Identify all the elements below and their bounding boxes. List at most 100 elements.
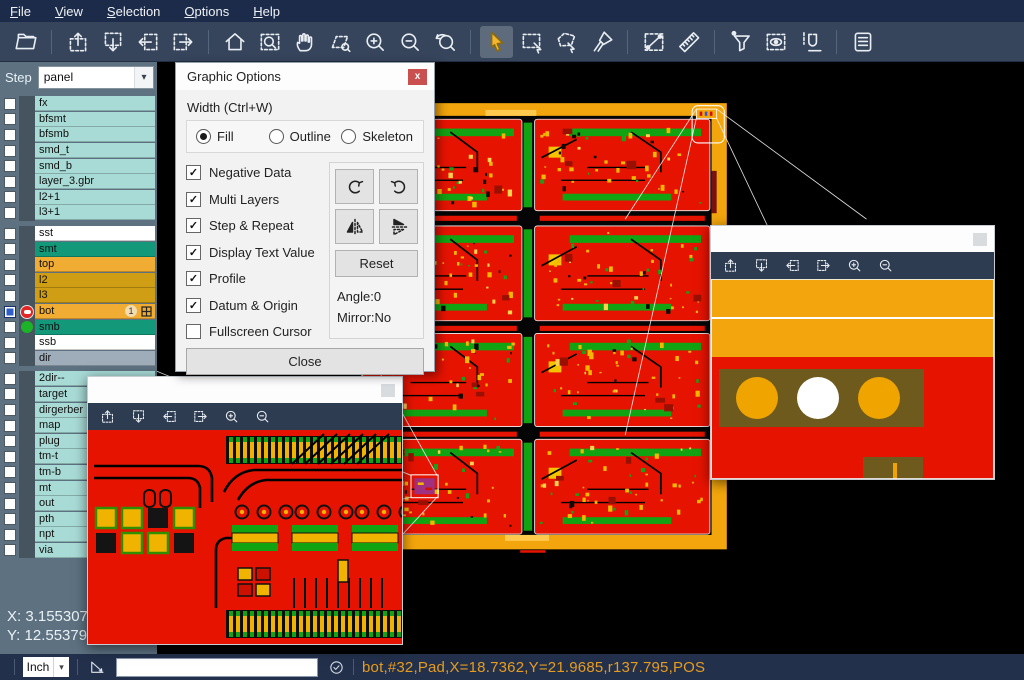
- layer-name-bar[interactable]: smt: [35, 242, 155, 257]
- magnifier-content-right[interactable]: [711, 279, 994, 479]
- toolbar-measure-line-button[interactable]: [637, 26, 670, 58]
- layer-name-bar[interactable]: ssb: [35, 335, 155, 350]
- layer-checkbox[interactable]: [4, 290, 16, 302]
- menu-item-file[interactable]: File: [10, 4, 31, 19]
- popup-window-button[interactable]: [381, 384, 395, 397]
- toolbar-select-arrow-button[interactable]: [480, 26, 513, 58]
- layer-checkbox[interactable]: [4, 513, 16, 525]
- layer-checkbox[interactable]: [4, 160, 16, 172]
- rotate-ccw-button[interactable]: [379, 169, 418, 204]
- layer-checkbox[interactable]: [4, 306, 16, 318]
- radio-skeleton[interactable]: Skeleton: [341, 129, 414, 144]
- magnifier-content-left[interactable]: [88, 430, 402, 644]
- magnifier-pan-left-button[interactable]: [784, 257, 801, 274]
- layer-checkbox[interactable]: [4, 145, 16, 157]
- toolbar-zoom-out-button[interactable]: [393, 26, 426, 58]
- mirror-vertical-button[interactable]: [379, 209, 418, 244]
- toolbar-pan-right-button[interactable]: [166, 26, 199, 58]
- toolbar-properties-panel-button[interactable]: [846, 26, 879, 58]
- layer-checkbox[interactable]: [4, 113, 16, 125]
- reset-button[interactable]: Reset: [335, 250, 418, 277]
- layer-checkbox[interactable]: [4, 259, 16, 271]
- toolbar-select-polygon-button[interactable]: [550, 26, 583, 58]
- layer-row-l3[interactable]: l3: [0, 288, 157, 304]
- layer-checkbox[interactable]: [4, 207, 16, 219]
- layer-row-fx[interactable]: fx: [0, 96, 157, 112]
- toolbar-measure-ruler-button[interactable]: [672, 26, 705, 58]
- close-button[interactable]: Close: [186, 348, 424, 375]
- radio-fill[interactable]: Fill: [196, 129, 269, 144]
- layer-row-dir[interactable]: dir: [0, 351, 157, 367]
- layer-row-bfsmb[interactable]: bfsmb: [0, 127, 157, 143]
- popup-window-button[interactable]: [973, 233, 987, 246]
- rotate-cw-button[interactable]: [335, 169, 374, 204]
- checkbox-negative-data[interactable]: ✓Negative Data: [186, 165, 321, 180]
- layer-row-sst[interactable]: sst: [0, 226, 157, 242]
- layer-name-bar[interactable]: dir: [35, 351, 155, 366]
- layer-row-smb[interactable]: smb: [0, 319, 157, 335]
- layer-checkbox[interactable]: [4, 321, 16, 333]
- mirror-horizontal-button[interactable]: [335, 209, 374, 244]
- toolbar-zoom-previous-button[interactable]: [428, 26, 461, 58]
- layer-row-bfsmt[interactable]: bfsmt: [0, 112, 157, 128]
- toolbar-view-options-button[interactable]: [759, 26, 792, 58]
- magnifier-pan-down-button[interactable]: [130, 408, 147, 425]
- toolbar-open-folder-button[interactable]: [9, 26, 42, 58]
- magnifier-zoom-out-button[interactable]: [254, 408, 271, 425]
- layer-checkbox[interactable]: [4, 435, 16, 447]
- checkbox-multi-layers[interactable]: ✓Multi Layers: [186, 192, 321, 207]
- magnifier-pan-up-button[interactable]: [722, 257, 739, 274]
- layer-name-bar[interactable]: smb: [35, 320, 155, 335]
- dialog-titlebar[interactable]: Graphic Options x: [176, 63, 434, 90]
- layer-name-bar[interactable]: sst: [35, 226, 155, 241]
- layer-checkbox[interactable]: [4, 498, 16, 510]
- magnifier-popup-right[interactable]: [710, 225, 995, 480]
- layer-name-bar[interactable]: l2: [35, 273, 155, 288]
- layer-row-layer_3.gbr[interactable]: layer_3.gbr: [0, 174, 157, 190]
- menu-item-options[interactable]: Options: [184, 4, 229, 19]
- menu-item-help[interactable]: Help: [253, 4, 280, 19]
- layer-name-bar[interactable]: smd_b: [35, 159, 155, 174]
- layer-checkbox[interactable]: [4, 337, 16, 349]
- toolbar-home-button[interactable]: [218, 26, 251, 58]
- layer-checkbox[interactable]: [4, 544, 16, 556]
- layer-name-bar[interactable]: l2+1: [35, 190, 155, 205]
- layer-name-bar[interactable]: bot1: [35, 304, 155, 319]
- layer-row-l2+1[interactable]: l2+1: [0, 190, 157, 206]
- layer-checkbox[interactable]: [4, 404, 16, 416]
- magnifier-pan-right-button[interactable]: [815, 257, 832, 274]
- layer-name-bar[interactable]: l3+1: [35, 205, 155, 220]
- magnifier-zoom-in-button[interactable]: [846, 257, 863, 274]
- layer-checkbox[interactable]: [4, 98, 16, 110]
- layer-name-bar[interactable]: fx: [35, 96, 155, 111]
- command-input[interactable]: [116, 658, 318, 677]
- checkbox-datum-origin[interactable]: ✓Datum & Origin: [186, 298, 321, 313]
- layer-name-bar[interactable]: bfsmt: [35, 112, 155, 127]
- close-icon[interactable]: x: [408, 69, 427, 85]
- checkbox-fullscreen-cursor[interactable]: Fullscreen Cursor: [186, 324, 321, 339]
- layer-name-bar[interactable]: bfsmb: [35, 127, 155, 142]
- layer-row-bot[interactable]: bot1: [0, 304, 157, 320]
- radio-outline[interactable]: Outline: [269, 129, 342, 144]
- layer-checkbox[interactable]: [4, 228, 16, 240]
- toolbar-pan-down-button[interactable]: [96, 26, 129, 58]
- layer-row-ssb[interactable]: ssb: [0, 335, 157, 351]
- checkbox-profile[interactable]: ✓Profile: [186, 271, 321, 286]
- magnifier-pan-left-button[interactable]: [161, 408, 178, 425]
- menu-item-view[interactable]: View: [55, 4, 83, 19]
- layer-checkbox[interactable]: [4, 129, 16, 141]
- layer-row-l3+1[interactable]: l3+1: [0, 205, 157, 221]
- layer-checkbox[interactable]: [4, 466, 16, 478]
- checkbox-display-text-value[interactable]: ✓Display Text Value: [186, 245, 321, 260]
- layer-name-bar[interactable]: layer_3.gbr: [35, 174, 155, 189]
- layer-checkbox[interactable]: [4, 482, 16, 494]
- toolbar-snap-button[interactable]: [794, 26, 827, 58]
- layer-row-smd_t[interactable]: smd_t: [0, 143, 157, 159]
- layer-checkbox[interactable]: [4, 191, 16, 203]
- layer-name-bar[interactable]: l3: [35, 288, 155, 303]
- magnifier-zoom-in-button[interactable]: [223, 408, 240, 425]
- layer-row-smd_b[interactable]: smd_b: [0, 158, 157, 174]
- layer-checkbox[interactable]: [4, 388, 16, 400]
- magnifier-pan-up-button[interactable]: [99, 408, 116, 425]
- layer-name-bar[interactable]: top: [35, 257, 155, 272]
